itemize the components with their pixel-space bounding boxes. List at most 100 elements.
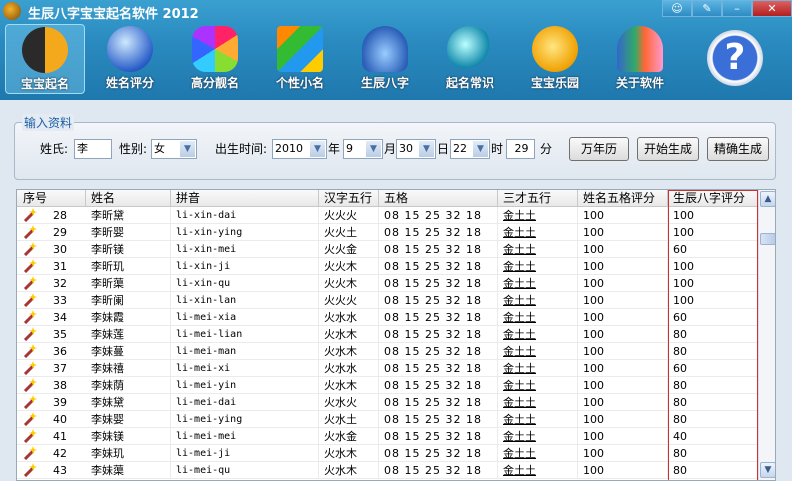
seq-cell: 28 xyxy=(53,209,67,222)
scroll-thumb[interactable] xyxy=(760,233,775,245)
table-row[interactable]: 40 李妹婴 li-mei-ying 火水土 08 15 25 32 18 金土土 100 8… xyxy=(17,411,758,428)
gender-select[interactable]: 女 ▼ xyxy=(151,139,197,159)
vertical-scrollbar[interactable]: ▲ ▼ xyxy=(758,190,775,480)
pinyin-cell: li-xin-lan xyxy=(171,292,319,309)
bazi-score-cell: 80 xyxy=(668,462,758,479)
toolbar-button-1[interactable]: 姓名评分 xyxy=(90,24,170,94)
sancai-cell: 金土土 xyxy=(498,360,578,377)
table-row[interactable]: 39 李妹黛 li-mei-dai 火水火 08 15 25 32 18 金土土 100 80 xyxy=(17,394,758,411)
column-header[interactable]: 姓名五格评分 xyxy=(578,190,668,207)
toolbar-button-6[interactable]: 宝宝乐园 xyxy=(515,24,595,94)
wuge-score-cell: 100 xyxy=(578,377,668,394)
name-cell: 李昕婴 xyxy=(86,224,171,241)
wuge-score-cell: 100 xyxy=(578,258,668,275)
start-generate-button[interactable]: 开始生成 xyxy=(637,137,699,161)
wuge-cell: 08 15 25 32 18 xyxy=(379,377,498,394)
column-header[interactable]: 生辰八字评分 xyxy=(668,190,758,207)
day-select[interactable]: 30 ▼ xyxy=(396,139,436,159)
table-row[interactable]: 28 李昕黛 li-xin-dai 火火火 08 15 25 32 18 金土土 100 10… xyxy=(17,207,758,224)
table-row[interactable]: 36 李妹蔓 li-mei-man 火水木 08 15 25 32 18 金土土 100 80 xyxy=(17,343,758,360)
column-header[interactable]: 姓名 xyxy=(86,190,171,207)
toolbar-button-7[interactable]: 关于软件 xyxy=(600,24,680,94)
table-row[interactable]: 42 李妹玑 li-mei-ji 火水木 08 15 25 32 18 金土土 100 80 xyxy=(17,445,758,462)
table-row[interactable]: 33 李昕阑 li-xin-lan 火火火 08 15 25 32 18 金土土 100 10… xyxy=(17,292,758,309)
scroll-down-button[interactable]: ▼ xyxy=(760,462,775,478)
table-row[interactable]: 41 李妹镁 li-mei-mei 火水金 08 15 25 32 18 金土土 100 40 xyxy=(17,428,758,445)
table-row[interactable]: 32 李昕蕖 li-xin-qu 火火木 08 15 25 32 18 金土土 100 100 xyxy=(17,275,758,292)
wuge-score-cell: 100 xyxy=(578,275,668,292)
seq-cell: 30 xyxy=(53,243,67,256)
toolbar-label: 生辰八字 xyxy=(360,76,409,90)
bazi-score-cell: 80 xyxy=(668,394,758,411)
table-row[interactable]: 30 李昕镁 li-xin-mei 火火金 08 15 25 32 18 金土土 100 60 xyxy=(17,241,758,258)
pinyin-cell: li-mei-man xyxy=(171,343,319,360)
chevron-down-icon[interactable]: ▼ xyxy=(310,141,325,157)
table-row[interactable]: 38 李妹荫 li-mei-yin 火水木 08 15 25 32 18 金土土 100 80 xyxy=(17,377,758,394)
column-header[interactable]: 五格 xyxy=(379,190,498,207)
toolbar-button-3[interactable]: 个性小名 xyxy=(260,24,340,94)
wuge-cell: 08 15 25 32 18 xyxy=(379,326,498,343)
table-row[interactable]: 37 李妹禧 li-mei-xi 火水水 08 15 25 32 18 金土土 100 60 xyxy=(17,360,758,377)
table-row[interactable]: 43 李妹蕖 li-mei-qu 火水木 08 15 25 32 18 金土土 100 80 xyxy=(17,462,758,479)
column-header[interactable]: 拼音 xyxy=(171,190,319,207)
column-header[interactable]: 汉字五行 xyxy=(319,190,379,207)
month-select[interactable]: 9 ▼ xyxy=(343,139,383,159)
table-row[interactable]: 35 李妹莲 li-mei-lian 火水木 08 15 25 32 18 金土土 100 8… xyxy=(17,326,758,343)
chevron-down-icon[interactable]: ▼ xyxy=(419,141,434,157)
pinyin-cell: li-mei-yin xyxy=(171,377,319,394)
wuge-cell: 08 15 25 32 18 xyxy=(379,275,498,292)
birth-time-label: 出生时间: xyxy=(215,142,268,156)
column-header[interactable]: 三才五行 xyxy=(498,190,578,207)
toolbar-button-5[interactable]: 起名常识 xyxy=(430,24,510,94)
surname-input[interactable]: 李 xyxy=(74,139,112,159)
precise-generate-button[interactable]: 精确生成 xyxy=(707,137,769,161)
minute-input[interactable]: 29 xyxy=(506,139,535,159)
chevron-down-icon[interactable]: ▼ xyxy=(180,141,195,157)
toolbar-button-8[interactable]: ? xyxy=(695,24,775,94)
table-row[interactable]: 34 李妹霞 li-mei-xia 火水水 08 15 25 32 18 金土土 100 60 xyxy=(17,309,758,326)
sancai-cell: 金土土 xyxy=(498,207,578,224)
wuge-score-cell: 100 xyxy=(578,445,668,462)
bazi-score-cell: 60 xyxy=(668,360,758,377)
close-button[interactable]: ✕ xyxy=(752,0,792,17)
year-select[interactable]: 2010 ▼ xyxy=(272,139,327,159)
toolbar-button-2[interactable]: 高分靓名 xyxy=(175,24,255,94)
pinyin-cell: li-mei-lian xyxy=(171,326,319,343)
minute-unit: 分 xyxy=(540,142,553,156)
scroll-up-button[interactable]: ▲ xyxy=(760,191,775,207)
minimize-button[interactable]: – xyxy=(722,0,752,17)
wuge-score-cell: 100 xyxy=(578,224,668,241)
calendar-button[interactable]: 万年历 xyxy=(569,137,629,161)
feedback-button[interactable]: ☺ xyxy=(662,0,692,17)
bazi-score-cell: 80 xyxy=(668,445,758,462)
table-header: 序号 姓名 拼音 汉字五行 五格 三才五行 姓名五格评分 生辰八字评分 xyxy=(17,190,758,207)
chevron-down-icon[interactable]: ▼ xyxy=(473,141,488,157)
toolbar-button-4[interactable]: 生辰八字 xyxy=(345,24,425,94)
hanzi-wuxing-cell: 火水木 xyxy=(319,377,379,394)
column-header[interactable]: 序号 xyxy=(17,190,86,207)
hanzi-wuxing-cell: 火火木 xyxy=(319,275,379,292)
chick-icon xyxy=(532,26,578,72)
bazi-score-cell: 100 xyxy=(668,224,758,241)
hexagons-icon xyxy=(192,26,238,72)
sancai-cell: 金土土 xyxy=(498,326,578,343)
top-banner: 生辰八字宝宝起名软件 2012 ☺ ✎ – ✕ 宝宝起名 姓名评分 高分靓名 个性小名… xyxy=(0,0,792,100)
name-cell: 李妹婴 xyxy=(86,411,171,428)
names-table: 序号 姓名 拼音 汉字五行 五格 三才五行 姓名五格评分 生辰八字评分 28 李昕黛 li-xin… xyxy=(16,189,776,481)
pinyin-cell: li-mei-mei xyxy=(171,428,319,445)
toolbar-button-0[interactable]: 宝宝起名 xyxy=(5,24,85,94)
wuge-score-cell: 100 xyxy=(578,394,668,411)
wuge-cell: 08 15 25 32 18 xyxy=(379,309,498,326)
hour-select[interactable]: 22 ▼ xyxy=(450,139,490,159)
table-row[interactable]: 29 李昕婴 li-xin-ying 火火土 08 15 25 32 18 金土土 100 1… xyxy=(17,224,758,241)
name-cell: 李妹禧 xyxy=(86,360,171,377)
chevron-down-icon[interactable]: ▼ xyxy=(366,141,381,157)
seq-cell: 42 xyxy=(53,447,67,460)
bazi-score-cell: 100 xyxy=(668,258,758,275)
bazi-score-cell: 60 xyxy=(668,241,758,258)
name-cell: 李妹蕖 xyxy=(86,462,171,479)
table-row[interactable]: 31 李昕玑 li-xin-ji 火火木 08 15 25 32 18 金土土 100 100 xyxy=(17,258,758,275)
wuge-cell: 08 15 25 32 18 xyxy=(379,360,498,377)
edit-button[interactable]: ✎ xyxy=(692,0,722,17)
sancai-cell: 金土土 xyxy=(498,377,578,394)
